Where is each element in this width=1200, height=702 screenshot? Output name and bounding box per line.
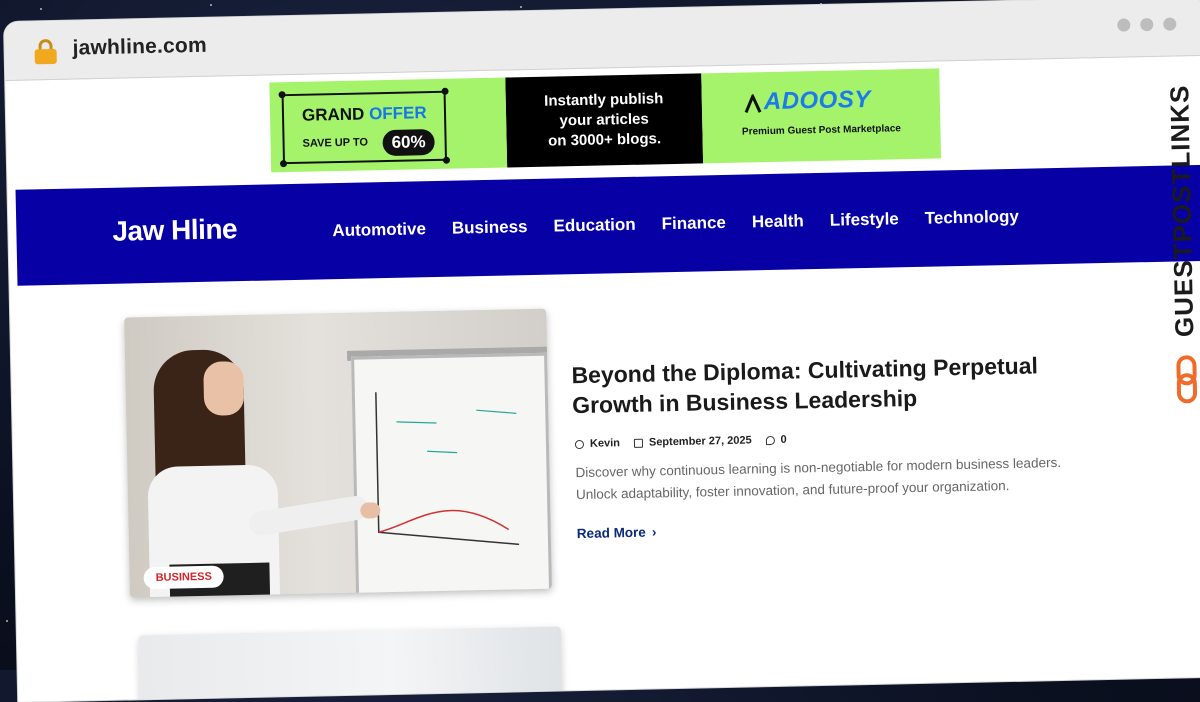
window-dot-icon[interactable] bbox=[1163, 17, 1177, 31]
menu-item-education[interactable]: Education bbox=[553, 215, 636, 237]
comment-icon bbox=[765, 435, 775, 445]
browser-toolbar: jawhline.com bbox=[4, 0, 1200, 81]
ad-offer-panel: GRAND OFFER SAVE UP TO 60% bbox=[269, 77, 508, 173]
menu-item-finance[interactable]: Finance bbox=[661, 213, 726, 234]
menu-item-lifestyle[interactable]: Lifestyle bbox=[830, 209, 899, 230]
banner-ad[interactable]: GRAND OFFER SAVE UP TO 60% Instantly pub… bbox=[269, 68, 942, 173]
window-controls bbox=[1117, 17, 1177, 32]
menu-item-business[interactable]: Business bbox=[452, 217, 528, 239]
calendar-icon bbox=[633, 438, 644, 448]
flipchart-drawing bbox=[375, 392, 520, 546]
category-badge[interactable]: BUSINESS bbox=[143, 565, 225, 590]
main-menu: Automotive Business Education Finance He… bbox=[332, 207, 1019, 241]
article-thumbnail[interactable]: BUSINESS bbox=[124, 308, 552, 598]
lock-icon bbox=[34, 38, 57, 65]
menu-item-automotive[interactable]: Automotive bbox=[332, 219, 426, 241]
ad-brand-name: ADOOSY bbox=[763, 85, 872, 116]
address-bar[interactable]: jawhline.com bbox=[72, 34, 207, 61]
post-date: September 27, 2025 bbox=[648, 434, 752, 449]
comment-count[interactable]: 0 bbox=[780, 434, 786, 446]
date-meta: September 27, 2025 bbox=[633, 434, 752, 449]
site-header: Jaw Hline Automotive Business Education … bbox=[15, 164, 1200, 286]
menu-item-health[interactable]: Health bbox=[752, 211, 804, 232]
user-icon bbox=[574, 439, 585, 449]
watermark: GUESTPOSTLINKS bbox=[1164, 55, 1200, 404]
site-logo[interactable]: Jaw Hline bbox=[112, 213, 237, 248]
read-more-link[interactable]: Read More › bbox=[577, 524, 657, 541]
article-meta: Kevin September 27, 2025 0 bbox=[574, 434, 787, 450]
adoosy-logo-icon bbox=[744, 94, 762, 114]
article-thumbnail[interactable] bbox=[138, 626, 563, 702]
author-name[interactable]: Kevin bbox=[590, 437, 620, 450]
ad-tagline: Premium Guest Post Marketplace bbox=[741, 123, 902, 138]
window-dot-icon[interactable] bbox=[1117, 18, 1131, 32]
ad-grand-offer: GRAND OFFER bbox=[301, 103, 427, 125]
menu-item-technology[interactable]: Technology bbox=[925, 207, 1020, 229]
author-meta: Kevin bbox=[574, 437, 620, 450]
article-excerpt: Discover why continuous learning is non-… bbox=[575, 454, 1062, 503]
article-title[interactable]: Beyond the Diploma: Cultivating Perpetua… bbox=[571, 350, 1072, 420]
comments-meta: 0 bbox=[765, 434, 787, 446]
chevron-right-icon: › bbox=[651, 524, 657, 540]
ad-frame: GRAND OFFER SAVE UP TO 60% bbox=[278, 87, 451, 168]
link-chain-icon bbox=[1176, 355, 1198, 404]
ad-message-panel: Instantly publish your articles on 3000+… bbox=[505, 73, 704, 168]
read-more-label: Read More bbox=[576, 524, 647, 542]
ad-brand-panel: ADOOSY Premium Guest Post Marketplace bbox=[701, 68, 942, 164]
browser-window: jawhline.com GRAND OFFER SAVE UP TO 60% … bbox=[4, 0, 1200, 702]
watermark-text: GUESTPOSTLINKS bbox=[1164, 84, 1200, 338]
window-dot-icon[interactable] bbox=[1140, 17, 1154, 32]
ad-line: on 3000+ blogs. bbox=[547, 130, 662, 150]
ad-save-text: SAVE UP TO bbox=[302, 136, 369, 150]
ad-percent-badge: 60% bbox=[382, 129, 435, 157]
